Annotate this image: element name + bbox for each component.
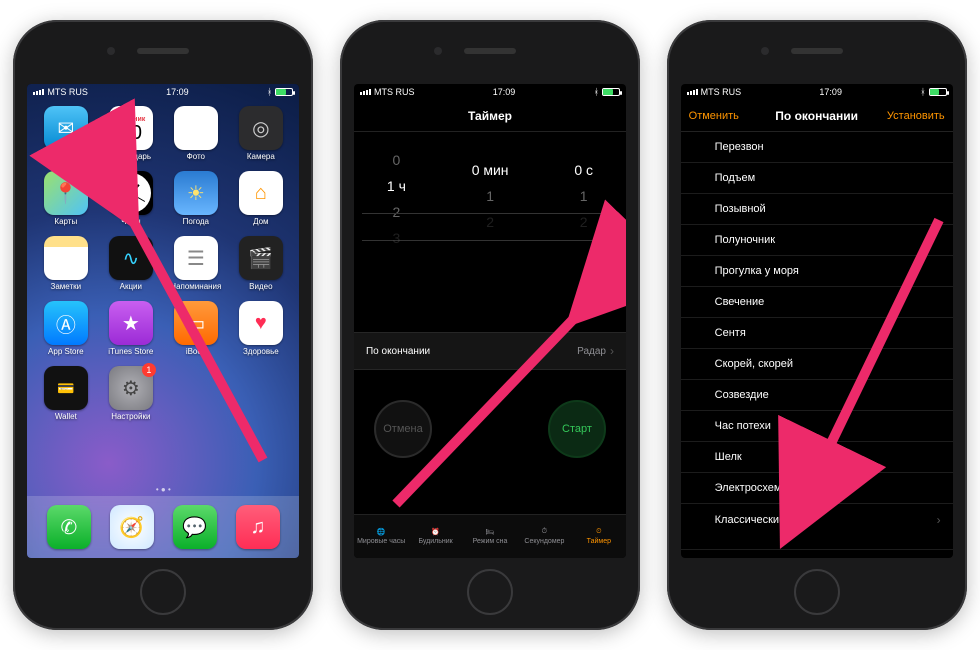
list-item-classic[interactable]: Классические›: [681, 504, 953, 535]
app-reminders[interactable]: ☰Напоминания: [167, 236, 224, 291]
list-item[interactable]: Полуночник: [681, 225, 953, 256]
battery-icon: [275, 88, 293, 96]
app-appstore[interactable]: ⒶApp Store: [37, 301, 94, 356]
app-wallet[interactable]: 💳Wallet: [37, 366, 94, 421]
list-item[interactable]: Позывной: [681, 194, 953, 225]
tab-stopwatch[interactable]: ⏱Секундомер: [517, 515, 571, 558]
bed-icon: 🛏: [486, 528, 495, 536]
app-settings[interactable]: ⚙1Настройки: [102, 366, 159, 421]
time-picker[interactable]: 0 1 ч 2 3 0 мин 1 2 0 с 1 2: [354, 152, 626, 302]
phone-sound-picker: MTS RUS 17:09 ᚼ Отменить По окончании Ус…: [667, 20, 967, 630]
globe-icon: 🌐: [377, 528, 386, 536]
home-button[interactable]: [794, 569, 840, 615]
bluetooth-icon: ᚼ: [920, 87, 925, 97]
nav-title: По окончании: [775, 109, 858, 123]
tab-bar: 🌐Мировые часы ⏰Будильник 🛏Режим сна ⏱Сек…: [354, 514, 626, 558]
app-itunes[interactable]: ★iTunes Store: [102, 301, 159, 356]
home-button[interactable]: [467, 569, 513, 615]
list-item[interactable]: Перезвон: [681, 132, 953, 163]
chevron-right-icon: ›: [937, 513, 941, 527]
chevron-right-icon: ›: [610, 344, 614, 358]
nav-bar: Таймер: [354, 100, 626, 132]
app-notes[interactable]: ▤Заметки: [37, 236, 94, 291]
app-clock[interactable]: Часы: [102, 171, 159, 226]
dock-phone[interactable]: ✆: [47, 505, 91, 549]
list-item[interactable]: Созвездие: [681, 380, 953, 411]
app-mail[interactable]: ✉Почта: [37, 106, 94, 161]
nav-title: Таймер: [468, 109, 512, 123]
dock-safari[interactable]: 🧭: [110, 505, 154, 549]
setting-label: По окончании: [366, 346, 430, 357]
app-calendar[interactable]: Вторник10Календарь: [102, 106, 159, 161]
timer-icon: ⏲: [596, 528, 601, 536]
list-item[interactable]: Сентя: [681, 318, 953, 349]
status-bar: MTS RUS 17:09 ᚼ: [354, 84, 626, 100]
tab-bedtime[interactable]: 🛏Режим сна: [463, 515, 517, 558]
phone-home-screen: MTS RUS 17:09 ᚼ ✉Почта Вторник10Календар…: [13, 20, 313, 630]
cancel-button[interactable]: Отменить: [681, 100, 747, 131]
setting-value: Радар: [577, 346, 606, 357]
app-grid: ✉Почта Вторник10Календарь 🏵Фото ◎Камера …: [27, 100, 299, 421]
app-camera[interactable]: ◎Камера: [232, 106, 289, 161]
bluetooth-icon: ᚼ: [267, 87, 272, 97]
dock-music[interactable]: ♫: [236, 505, 280, 549]
when-timer-ends-row[interactable]: По окончании Радар ›: [354, 332, 626, 370]
sound-list[interactable]: Перезвон Подъем Позывной Полуночник Прог…: [681, 132, 953, 558]
app-stocks[interactable]: ∿Акции: [102, 236, 159, 291]
list-item[interactable]: Скорей, скорей: [681, 349, 953, 380]
app-home[interactable]: ⌂Дом: [232, 171, 289, 226]
bluetooth-icon: ᚼ: [594, 87, 599, 97]
list-item[interactable]: Электросхема: [681, 473, 953, 504]
app-maps[interactable]: 📍Карты: [37, 171, 94, 226]
carrier: MTS RUS: [47, 87, 88, 97]
app-photos[interactable]: 🏵Фото: [167, 106, 224, 161]
set-button[interactable]: Установить: [879, 100, 953, 131]
status-bar: MTS RUS 17:09 ᚼ: [27, 84, 299, 100]
status-time: 17:09: [166, 87, 189, 97]
tab-alarm[interactable]: ⏰Будильник: [408, 515, 462, 558]
list-item[interactable]: Свечение: [681, 287, 953, 318]
list-item-stop[interactable]: ✓Остановить: [681, 549, 953, 558]
dock-messages[interactable]: 💬: [173, 505, 217, 549]
app-health[interactable]: ♥Здоровье: [232, 301, 289, 356]
app-ibooks[interactable]: ▭iBook: [167, 301, 224, 356]
tab-timer[interactable]: ⏲Таймер: [572, 515, 626, 558]
start-button[interactable]: Старт: [548, 400, 606, 458]
tab-world-clock[interactable]: 🌐Мировые часы: [354, 515, 408, 558]
alarm-icon: ⏰: [431, 528, 440, 536]
list-item[interactable]: Подъем: [681, 163, 953, 194]
list-item[interactable]: Прогулка у моря: [681, 256, 953, 287]
list-item[interactable]: Шелк: [681, 442, 953, 473]
phone-timer: MTS RUS 17:09 ᚼ Таймер 0 1 ч 2 3 0 мин 1…: [340, 20, 640, 630]
list-item[interactable]: Час потехи: [681, 411, 953, 442]
home-button[interactable]: [140, 569, 186, 615]
checkmark-icon: ✓: [691, 558, 701, 559]
cancel-button[interactable]: Отмена: [374, 400, 432, 458]
app-videos[interactable]: 🎬Видео: [232, 236, 289, 291]
nav-bar: Отменить По окончании Установить: [681, 100, 953, 132]
dock: ✆ 🧭 💬 ♫: [27, 496, 299, 558]
page-dots: • ● •: [27, 485, 299, 494]
status-bar: MTS RUS 17:09 ᚼ: [681, 84, 953, 100]
app-weather[interactable]: ☀Погода: [167, 171, 224, 226]
stopwatch-icon: ⏱: [542, 528, 547, 536]
